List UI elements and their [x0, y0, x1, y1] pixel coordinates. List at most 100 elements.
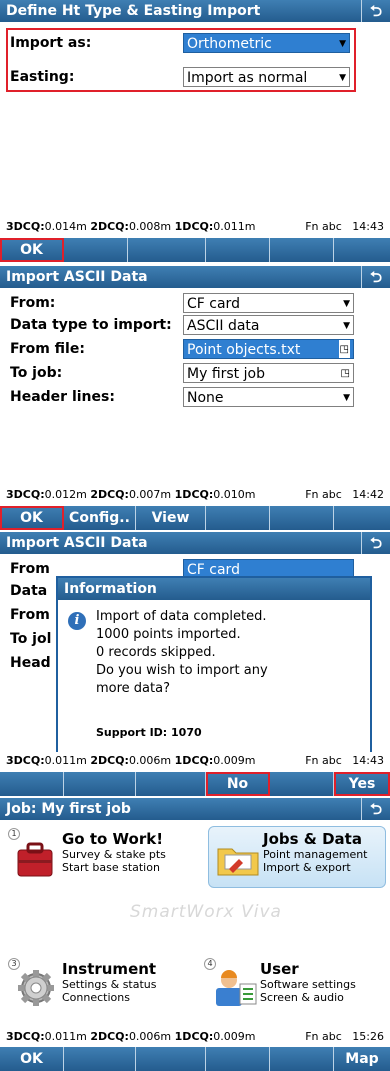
tile-number: 1	[8, 828, 20, 840]
screen-import-ascii: Import ASCII Data ⮌ From: CF card ▼ Data …	[0, 266, 390, 530]
dialog-line: 1000 points imported.	[96, 627, 241, 642]
status-mode: Fn abc	[305, 220, 342, 233]
support-id: Support ID: 1070	[96, 726, 202, 739]
easting-select[interactable]: Import as normal ▼	[183, 67, 350, 87]
bg-label: Data	[10, 583, 48, 599]
status-bar: 3DCQ:0.012m 2DCQ:0.007m 1DCQ:0.010m Fn a…	[0, 486, 390, 504]
tile-line: Import & export	[263, 861, 351, 874]
fkey-5[interactable]	[270, 1047, 334, 1071]
status-1dcq: 0.011m	[213, 220, 256, 233]
tile-user[interactable]: 4 User Software settings Screen & audio	[200, 956, 384, 1018]
header-lines-value: None	[187, 390, 224, 406]
ok-button[interactable]: OK	[0, 506, 64, 530]
status-mode: Fn abc	[305, 1030, 342, 1043]
bg-label: To jol	[10, 631, 52, 647]
fkey-5[interactable]	[270, 772, 334, 796]
easting-label: Easting:	[10, 69, 75, 85]
bg-label: Head	[10, 655, 51, 671]
dialog-line: Do you wish to import any	[96, 663, 268, 678]
tile-line: Screen & audio	[260, 991, 344, 1004]
tile-title: Instrument	[62, 960, 157, 978]
fkey-1[interactable]	[0, 772, 64, 796]
from-select[interactable]: CF card ▼	[183, 293, 354, 313]
status-2dcq-label: 2DCQ:	[90, 754, 129, 767]
config-button[interactable]: Config..	[64, 506, 136, 530]
page-title: Import ASCII Data	[6, 269, 148, 285]
folder-icon	[217, 848, 259, 876]
yes-button[interactable]: Yes	[334, 772, 390, 796]
status-mode: Fn abc	[305, 754, 342, 767]
chevron-down-icon: ▼	[339, 73, 346, 83]
tile-go-to-work[interactable]: 1 Go to Work! Survey & stake pts Start b…	[6, 826, 182, 888]
page-title: Job: My first job	[6, 801, 131, 817]
ok-button[interactable]: OK	[0, 238, 64, 262]
return-icon[interactable]: ⮌	[361, 798, 390, 820]
status-1dcq-label: 1DCQ:	[174, 220, 214, 233]
status-2dcq: 0.007m	[128, 488, 172, 501]
status-3dcq-label: 3DCQ:	[6, 220, 45, 233]
tile-title: Jobs & Data	[263, 830, 362, 848]
function-key-bar: OK	[0, 238, 390, 262]
status-1dcq-label: 1DCQ:	[174, 754, 214, 767]
status-1dcq: 0.009m	[213, 1030, 256, 1043]
map-button[interactable]: Map	[334, 1047, 390, 1071]
status-3dcq: 0.012m	[44, 488, 87, 501]
from-file-select[interactable]: Point objects.txt ◳	[183, 339, 354, 359]
fkey-3[interactable]	[136, 772, 206, 796]
function-key-bar: OK Config.. View	[0, 506, 390, 530]
tile-instrument[interactable]: 3 Instrument Settings & status Connectio…	[6, 956, 182, 1018]
from-file-value: Point objects.txt	[187, 342, 301, 358]
fkey-3[interactable]	[128, 238, 206, 262]
status-3dcq-label: 3DCQ:	[6, 488, 45, 501]
screen-main-menu: Job: My first job ⮌ SmartWorx Viva 1 Go …	[0, 798, 390, 1071]
tile-jobs-data[interactable]: Jobs & Data Point management Import & ex…	[208, 826, 386, 888]
return-icon[interactable]: ⮌	[361, 532, 390, 554]
from-value: CF card	[187, 296, 240, 312]
fkey-5[interactable]	[270, 238, 334, 262]
data-type-select[interactable]: ASCII data ▼	[183, 315, 354, 335]
status-time: 14:42	[352, 488, 384, 501]
fkey-2[interactable]	[64, 238, 128, 262]
status-3dcq: 0.011m	[44, 1030, 87, 1043]
status-2dcq-label: 2DCQ:	[90, 220, 129, 233]
fkey-3[interactable]	[136, 1047, 206, 1071]
bg-label: From	[10, 607, 50, 623]
fkey-4[interactable]	[206, 1047, 270, 1071]
status-2dcq-label: 2DCQ:	[90, 488, 129, 501]
header-lines-label: Header lines:	[10, 389, 115, 405]
status-2dcq: 0.008m	[128, 220, 172, 233]
status-time: 14:43	[352, 220, 384, 233]
ok-button[interactable]: OK	[0, 1047, 64, 1071]
tile-title: Go to Work!	[62, 830, 164, 848]
return-icon[interactable]: ⮌	[361, 266, 390, 288]
fkey-5[interactable]	[270, 506, 334, 530]
page-title: Import ASCII Data	[6, 535, 148, 551]
import-as-select[interactable]: Orthometric ▼	[183, 33, 350, 53]
import-as-label: Import as:	[10, 35, 92, 51]
watermark: SmartWorx Viva	[130, 902, 282, 922]
view-button[interactable]: View	[136, 506, 206, 530]
fkey-4[interactable]	[206, 238, 270, 262]
status-time: 15:26	[352, 1030, 384, 1043]
toolbox-icon	[17, 842, 53, 877]
header-lines-select[interactable]: None ▼	[183, 387, 354, 407]
chevron-down-icon: ▼	[343, 321, 350, 331]
status-mode: Fn abc	[305, 488, 342, 501]
screen-import-info: Import ASCII Data ⮌ From Data From To jo…	[0, 532, 390, 796]
fkey-4[interactable]	[206, 506, 270, 530]
status-1dcq-label: 1DCQ:	[174, 488, 214, 501]
dialog-line: Import of data completed.	[96, 609, 267, 624]
from-file-label: From file:	[10, 341, 85, 357]
return-icon[interactable]: ⮌	[361, 0, 390, 22]
status-3dcq: 0.011m	[44, 754, 87, 767]
status-1dcq: 0.010m	[213, 488, 256, 501]
status-2dcq: 0.006m	[128, 754, 172, 767]
status-2dcq-label: 2DCQ:	[90, 1030, 129, 1043]
fkey-2[interactable]	[64, 1047, 136, 1071]
no-button[interactable]: No	[206, 772, 270, 796]
to-job-label: To job:	[10, 365, 63, 381]
fkey-2[interactable]	[64, 772, 136, 796]
information-dialog: Information i Import of data completed. …	[56, 576, 372, 758]
to-job-select[interactable]: My first job ◳	[183, 363, 354, 383]
status-3dcq: 0.014m	[44, 220, 87, 233]
